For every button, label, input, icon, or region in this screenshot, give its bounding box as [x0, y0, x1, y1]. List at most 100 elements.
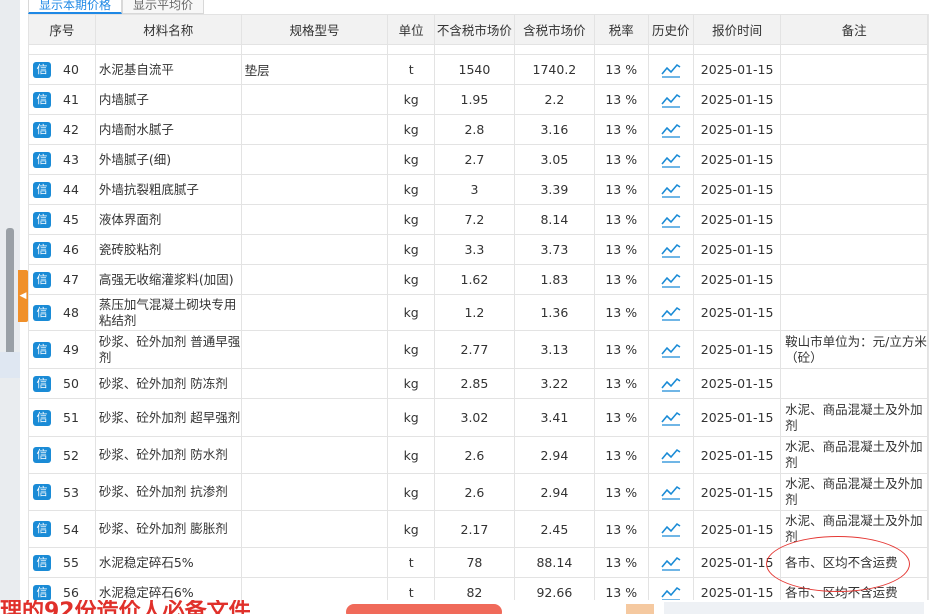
footer-ad-button[interactable] — [346, 604, 502, 614]
cell-tax-rate: 13 % — [593, 330, 649, 369]
tab-current-price[interactable]: 显示本期价格 — [28, 0, 123, 14]
cell-price-in-tax: 2.2 — [513, 84, 595, 115]
cell-tax-rate: 13 % — [593, 264, 649, 295]
credit-badge-icon[interactable]: 信 — [33, 211, 51, 228]
table-header: 序号 材料名称 规格型号 单位 不含税市场价 含税市场价 税率 历史价 报价时间… — [28, 14, 928, 45]
trend-chart-icon[interactable] — [647, 174, 695, 205]
cell-material-name: 瓷砖胶粘剂 — [94, 234, 242, 265]
cell-price-in-tax: 2.94 — [513, 473, 595, 511]
cell-date: 2025-01-15 — [693, 330, 782, 369]
cell-note — [780, 84, 928, 115]
table-row[interactable]: 信 42 内墙耐水腻子 kg 2.8 3.16 13 % 2025-01-15 — [28, 114, 928, 145]
cell-unit: kg — [387, 330, 435, 369]
tab-average-price[interactable]: 显示平均价 — [122, 0, 205, 14]
credit-badge-icon[interactable]: 信 — [33, 151, 51, 168]
trend-chart-icon[interactable] — [647, 234, 695, 265]
credit-badge-icon[interactable]: 信 — [33, 341, 51, 358]
cell-date: 2025-01-15 — [693, 144, 782, 175]
row-seq: 45 — [63, 212, 79, 227]
table-row[interactable]: 信 53 砂浆、砼外加剂 抗渗剂 kg 2.6 2.94 13 % 2025-01-15 水泥、… — [28, 473, 928, 511]
left-scroll-thumb[interactable] — [6, 228, 14, 368]
cell-price-in-tax: 3.73 — [513, 234, 595, 265]
credit-badge-icon[interactable]: 信 — [33, 484, 51, 500]
col-tax-rate[interactable]: 税率 — [593, 14, 649, 45]
cell-date: 2025-01-15 — [693, 547, 782, 578]
table-row[interactable]: 信 51 砂浆、砼外加剂 超早强剂 kg 3.02 3.41 13 % 2025-01-15 水… — [28, 398, 928, 437]
trend-chart-icon[interactable] — [647, 436, 695, 474]
table-row[interactable]: 信 48 蒸压加气混凝土砌块专用粘结剂 kg 1.2 1.36 13 % 2025-01-15 — [28, 294, 928, 331]
trend-chart-icon[interactable] — [647, 204, 695, 235]
cell-tax-rate: 13 % — [593, 368, 649, 399]
trend-chart-icon[interactable] — [647, 547, 695, 578]
trend-chart-icon[interactable] — [647, 398, 695, 437]
table-row[interactable]: 信 55 水泥稳定碎石5% t 78 88.14 13 % 2025-01-15 各市、区均不含… — [28, 547, 928, 578]
cell-tax-rate: 13 % — [593, 436, 649, 474]
cell-seq: 信 43 — [28, 144, 96, 175]
cell-price-ex-tax: 78 — [433, 547, 515, 578]
credit-badge-icon[interactable]: 信 — [33, 447, 51, 463]
col-price-in-tax[interactable]: 含税市场价 — [513, 14, 595, 45]
table-row[interactable]: 信 46 瓷砖胶粘剂 kg 3.3 3.73 13 % 2025-01-15 — [28, 234, 928, 265]
col-date[interactable]: 报价时间 — [693, 14, 782, 45]
cell-seq: 信 53 — [28, 473, 96, 511]
cell-note: 水泥、商品混凝土及外加剂 — [780, 473, 928, 511]
row-seq: 55 — [63, 555, 79, 570]
credit-badge-icon[interactable]: 信 — [33, 409, 51, 426]
credit-badge-icon[interactable]: 信 — [33, 375, 51, 392]
cell-note: 各市、区均不含运费 — [780, 547, 928, 578]
credit-badge-icon[interactable]: 信 — [33, 521, 51, 537]
trend-chart-icon[interactable] — [647, 144, 695, 175]
trend-chart-icon[interactable] — [647, 368, 695, 399]
credit-badge-icon[interactable]: 信 — [33, 181, 51, 198]
col-history[interactable]: 历史价 — [647, 14, 695, 45]
price-table: 序号 材料名称 规格型号 单位 不含税市场价 含税市场价 税率 历史价 报价时间… — [28, 14, 928, 608]
table-row[interactable]: 信 50 砂浆、砼外加剂 防冻剂 kg 2.85 3.22 13 % 2025-01-15 — [28, 368, 928, 399]
col-note[interactable]: 备注 — [780, 14, 928, 45]
credit-badge-icon[interactable]: 信 — [33, 61, 51, 78]
table-row[interactable]: 信 40 水泥基自流平 垫层 t 1540 1740.2 13 % 2025-01-15 — [28, 54, 928, 85]
trend-chart-icon[interactable] — [647, 330, 695, 369]
cell-seq: 信 41 — [28, 84, 96, 115]
trend-chart-icon[interactable] — [647, 473, 695, 511]
row-seq: 46 — [63, 242, 79, 257]
credit-badge-icon[interactable]: 信 — [33, 91, 51, 108]
footer-ad-text[interactable]: 理的92份造价人必备文件 — [0, 600, 251, 614]
credit-badge-icon[interactable]: 信 — [33, 121, 51, 138]
cell-price-ex-tax: 2.77 — [433, 330, 515, 369]
credit-badge-icon[interactable]: 信 — [33, 554, 51, 571]
col-name[interactable]: 材料名称 — [94, 14, 242, 45]
credit-badge-icon[interactable]: 信 — [33, 304, 51, 321]
credit-badge-icon[interactable]: 信 — [33, 271, 51, 288]
table-row[interactable]: 信 54 砂浆、砼外加剂 膨胀剂 kg 2.17 2.45 13 % 2025-01-15 水泥… — [28, 510, 928, 548]
trend-chart-icon[interactable] — [647, 114, 695, 145]
table-row[interactable]: 信 44 外墙抗裂粗底腻子 kg 3 3.39 13 % 2025-01-15 — [28, 174, 928, 205]
col-price-ex-tax[interactable]: 不含税市场价 — [433, 14, 515, 45]
col-seq[interactable]: 序号 — [28, 14, 96, 45]
table-row[interactable]: 信 49 砂浆、砼外加剂 普通早强剂 kg 2.77 3.13 13 % 2025-01-15… — [28, 330, 928, 369]
table-row[interactable]: 信 41 内墙腻子 kg 1.95 2.2 13 % 2025-01-15 — [28, 84, 928, 115]
trend-chart-icon[interactable] — [647, 510, 695, 548]
cell-seq: 信 46 — [28, 234, 96, 265]
cell-unit: kg — [387, 84, 435, 115]
col-spec[interactable]: 规格型号 — [240, 14, 389, 45]
col-unit[interactable]: 单位 — [387, 14, 435, 45]
table-row[interactable]: 信 47 高强无收缩灌浆料(加固) kg 1.62 1.83 13 % 2025-01-15 — [28, 264, 928, 295]
trend-chart-icon[interactable] — [647, 84, 695, 115]
table-row[interactable]: 信 45 液体界面剂 kg 7.2 8.14 13 % 2025-01-15 — [28, 204, 928, 235]
cell-price-in-tax: 3.13 — [513, 330, 595, 369]
cell-date: 2025-01-15 — [693, 510, 782, 548]
credit-badge-icon[interactable]: 信 — [33, 584, 51, 601]
collapse-arrow-icon[interactable]: ◀ — [18, 270, 28, 322]
trend-chart-icon[interactable] — [647, 264, 695, 295]
table-scrollbar[interactable] — [928, 14, 948, 600]
table-row[interactable]: 信 52 砂浆、砼外加剂 防水剂 kg 2.6 2.94 13 % 2025-01-15 水泥、… — [28, 436, 928, 474]
credit-badge-icon[interactable]: 信 — [33, 241, 51, 258]
cell-spec — [240, 294, 389, 331]
trend-chart-icon[interactable] — [647, 54, 695, 85]
table-row[interactable]: 信 43 外墙腻子(细) kg 2.7 3.05 13 % 2025-01-15 — [28, 144, 928, 175]
cell-tax-rate: 13 % — [593, 84, 649, 115]
cell-material-name: 砂浆、砼外加剂 超早强剂 — [94, 398, 242, 437]
trend-chart-icon[interactable] — [647, 294, 695, 331]
cell-tax-rate: 13 % — [593, 114, 649, 145]
cell-unit: kg — [387, 144, 435, 175]
